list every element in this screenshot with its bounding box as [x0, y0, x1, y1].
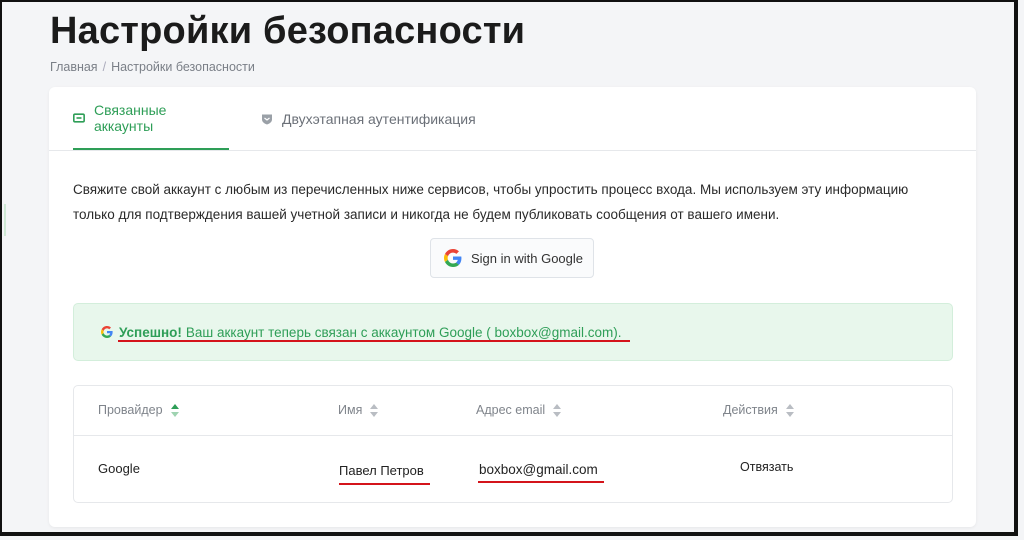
breadcrumb-current: Настройки безопасности [111, 60, 255, 74]
sign-in-with-google-button[interactable]: Sign in with Google [430, 238, 594, 278]
sort-icon[interactable] [370, 403, 379, 417]
column-header-actions[interactable]: Действия [723, 403, 794, 417]
cell-email: boxbox@gmail.com [479, 462, 598, 477]
shield-icon [262, 114, 272, 124]
page-title: Настройки безопасности [50, 10, 526, 52]
tab-two-factor-label: Двухэтапная аутентификация [282, 110, 476, 127]
alert-message: Ваш аккаунт теперь связан с аккаунтом Go… [185, 324, 622, 340]
google-button-label: Sign in with Google [471, 250, 584, 266]
google-icon [101, 326, 113, 338]
cell-provider: Google [98, 461, 140, 476]
annotation-underline [478, 481, 604, 483]
linked-accounts-table: Провайдер Имя Адрес email Действия Googl… [73, 385, 953, 503]
google-icon [444, 249, 462, 267]
annotation-underline [118, 340, 630, 342]
column-header-name[interactable]: Имя [338, 403, 379, 417]
column-header-email[interactable]: Адрес email [476, 403, 562, 417]
tab-two-factor[interactable]: Двухэтапная аутентификация [261, 87, 476, 150]
column-header-name-label: Имя [338, 403, 363, 417]
breadcrumb-separator: / [102, 60, 107, 74]
tab-bar: Связанные аккаунты Двухэтапная аутентифи… [49, 87, 976, 151]
table-header: Провайдер Имя Адрес email Действия [74, 386, 952, 436]
left-edge-accent [4, 204, 6, 236]
link-icon [73, 112, 85, 123]
column-header-provider[interactable]: Провайдер [98, 403, 179, 417]
sort-icon[interactable] [553, 403, 562, 417]
annotation-underline [339, 483, 430, 485]
intro-text: Свяжите свой аккаунт с любым из перечисл… [73, 182, 909, 222]
column-header-provider-label: Провайдер [98, 403, 163, 417]
cell-name: Павел Петров [339, 463, 424, 478]
settings-card: Связанные аккаунты Двухэтапная аутентифи… [49, 87, 976, 527]
breadcrumb: Главная / Настройки безопасности [50, 60, 255, 74]
tab-linked-accounts-label: Связанные аккаунты [93, 101, 167, 134]
alert-strong: Успешно! [119, 324, 182, 340]
breadcrumb-home-link[interactable]: Главная [50, 60, 98, 74]
tab-linked-accounts[interactable]: Связанные аккаунты [73, 87, 229, 150]
column-header-actions-label: Действия [723, 403, 778, 417]
sort-icon[interactable] [170, 403, 179, 417]
success-alert: Успешно! Ваш аккаунт теперь связан с акк… [73, 303, 953, 361]
column-header-email-label: Адрес email [476, 403, 546, 417]
sort-icon[interactable] [785, 403, 794, 417]
unlink-button[interactable]: Отвязать [740, 460, 793, 474]
